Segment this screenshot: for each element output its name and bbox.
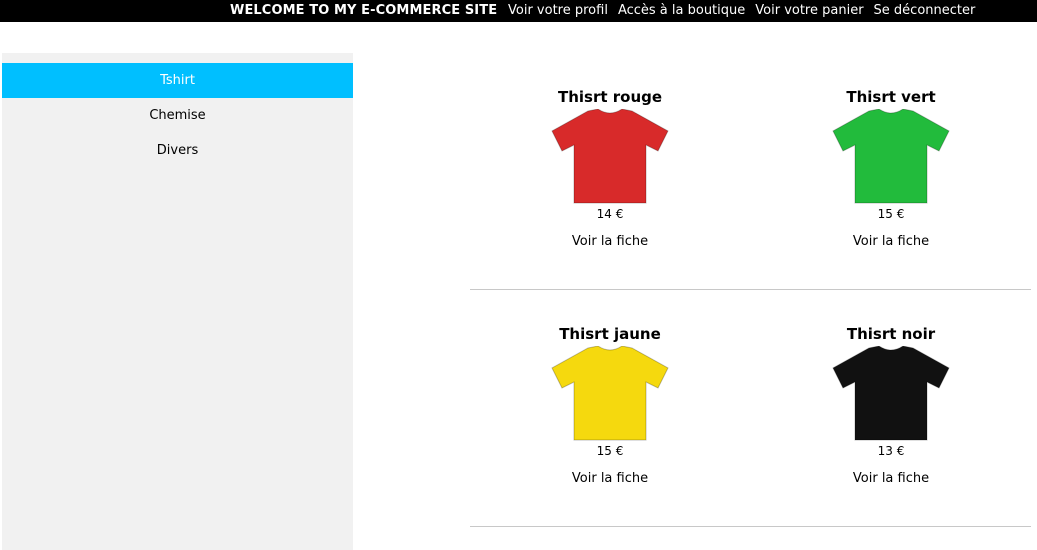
product-name: Thisrt jaune xyxy=(559,325,661,343)
product-price: 15 € xyxy=(877,207,905,221)
view-details-link[interactable]: Voir la fiche xyxy=(572,234,648,249)
product-card: Thisrt noir 13 € Voir la fiche xyxy=(791,290,991,486)
tshirt-image[interactable] xyxy=(550,346,670,442)
product-name: Thisrt rouge xyxy=(557,88,663,106)
product-name: Thisrt vert xyxy=(846,88,936,106)
sidebar-item-divers[interactable]: Divers xyxy=(2,133,353,168)
top-nav-links: Voir votre profil Accès à la boutique Vo… xyxy=(508,3,975,18)
nav-shop-link[interactable]: Accès à la boutique xyxy=(618,3,745,18)
product-name: Thisrt noir xyxy=(846,325,936,343)
product-price: 14 € xyxy=(596,207,624,221)
nav-profile-link[interactable]: Voir votre profil xyxy=(508,3,608,18)
tshirt-image[interactable] xyxy=(831,109,951,205)
view-details-link[interactable]: Voir la fiche xyxy=(853,234,929,249)
product-row: Thisrt jaune 15 € Voir la fiche Thisrt n… xyxy=(470,290,1031,527)
product-row: Thisrt rouge 14 € Voir la fiche Thisrt v… xyxy=(470,53,1031,290)
product-card: Thisrt vert 15 € Voir la fiche xyxy=(791,53,991,249)
top-navbar: WELCOME TO MY E-COMMERCE SITE Voir votre… xyxy=(0,0,1037,22)
site-title: WELCOME TO MY E-COMMERCE SITE xyxy=(230,3,498,18)
sidebar-item-chemise[interactable]: Chemise xyxy=(2,98,353,133)
view-details-link[interactable]: Voir la fiche xyxy=(572,471,648,486)
tshirt-image[interactable] xyxy=(550,109,670,205)
product-price: 15 € xyxy=(596,444,624,458)
view-details-link[interactable]: Voir la fiche xyxy=(853,471,929,486)
nav-cart-link[interactable]: Voir votre panier xyxy=(755,3,863,18)
tshirt-image[interactable] xyxy=(831,346,951,442)
nav-logout-link[interactable]: Se déconnecter xyxy=(874,3,976,18)
product-card: Thisrt jaune 15 € Voir la fiche xyxy=(510,290,710,486)
category-sidebar: Tshirt Chemise Divers xyxy=(2,53,353,550)
product-price: 13 € xyxy=(877,444,905,458)
product-card: Thisrt rouge 14 € Voir la fiche xyxy=(510,53,710,249)
product-grid: Thisrt rouge 14 € Voir la fiche Thisrt v… xyxy=(470,53,1031,527)
sidebar-item-tshirt[interactable]: Tshirt xyxy=(2,63,353,98)
